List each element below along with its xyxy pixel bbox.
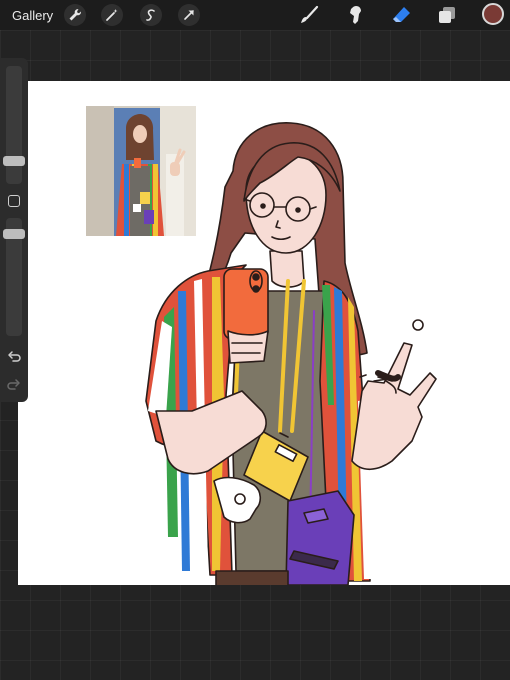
layers-icon — [439, 7, 455, 23]
wrench-icon — [69, 9, 81, 21]
redo-icon[interactable] — [7, 378, 21, 392]
modify-icon[interactable] — [8, 195, 20, 207]
left-sidebar — [0, 58, 28, 402]
drawing-canvas[interactable] — [18, 81, 510, 585]
magic-wand-icon — [106, 9, 118, 21]
adjustments-button[interactable] — [101, 4, 123, 26]
eraser-tool[interactable] — [389, 3, 413, 27]
character-illustration — [145, 122, 437, 585]
brush-size-slider[interactable] — [6, 66, 22, 184]
brush-tool[interactable] — [297, 3, 321, 27]
opacity-thumb[interactable] — [3, 229, 25, 239]
transform-button[interactable] — [178, 4, 200, 26]
selection-icon — [146, 9, 155, 21]
smudge-tool[interactable] — [343, 3, 367, 27]
gallery-button[interactable]: Gallery — [12, 8, 53, 23]
actions-button[interactable] — [64, 4, 86, 26]
layers-button[interactable] — [435, 3, 459, 27]
undo-icon[interactable] — [7, 350, 21, 364]
color-swatch[interactable] — [482, 3, 504, 25]
brush-size-thumb[interactable] — [3, 156, 25, 166]
brush-icon — [301, 5, 319, 23]
selection-button[interactable] — [140, 4, 162, 26]
eraser-icon — [393, 7, 410, 22]
smudge-icon — [350, 6, 361, 24]
top-toolbar: Gallery — [0, 0, 510, 30]
transform-icon — [184, 10, 194, 20]
